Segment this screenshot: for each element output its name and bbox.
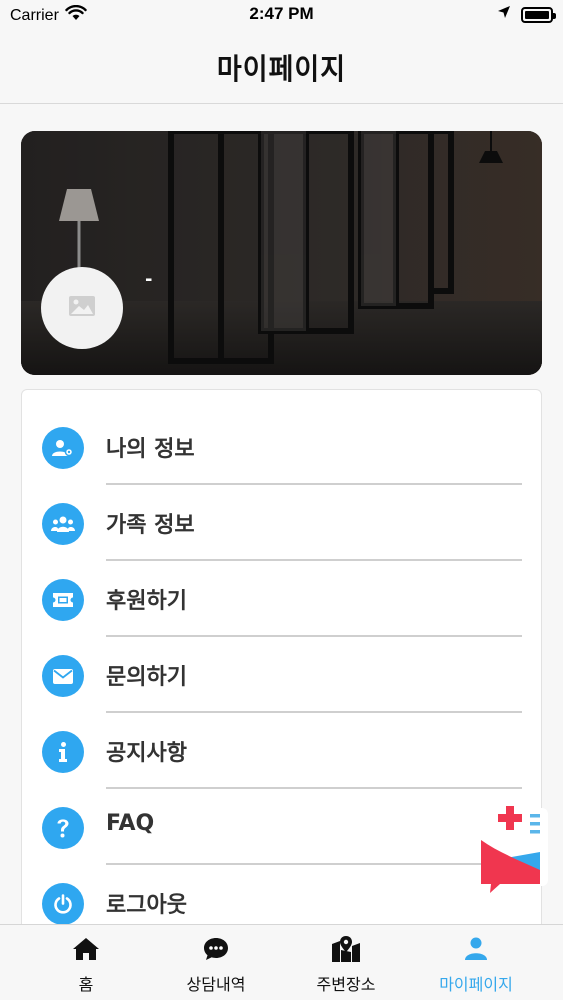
comment-dots-icon xyxy=(202,935,230,963)
status-time: 2:47 PM xyxy=(249,4,314,23)
info-icon xyxy=(42,731,84,773)
ticket-icon xyxy=(42,579,84,621)
users-icon xyxy=(42,503,84,545)
medical-chat-floating-button[interactable] xyxy=(478,800,548,895)
page-title: 마이페이지 xyxy=(216,53,347,87)
status-right xyxy=(497,5,556,24)
menu-item-label: 후원하기 xyxy=(106,589,187,614)
tab-consultation-history[interactable]: 상담내역 xyxy=(151,925,281,1000)
user-icon xyxy=(462,935,490,963)
profile-avatar[interactable] xyxy=(41,267,123,349)
navigation-bar: 마이페이지 xyxy=(0,30,563,104)
menu-item-inquiry[interactable]: 문의하기 xyxy=(22,637,541,713)
user-gear-icon xyxy=(42,427,84,469)
menu-item-label: 문의하기 xyxy=(106,665,187,690)
menu-item-faq[interactable]: FAQ xyxy=(22,789,541,865)
menu-card: 나의 정보 가족 정보 후원하기 문의하기 공지사항 FAQ 로그아웃 xyxy=(21,389,542,949)
mypage-screen: Carrier 2:47 PM 마이페이지 - 나의 정보 가족 정보 후원하기… xyxy=(0,0,563,1000)
menu-item-my-info[interactable]: 나의 정보 xyxy=(22,409,541,485)
menu-item-family-info[interactable]: 가족 정보 xyxy=(22,485,541,561)
profile-name: - xyxy=(145,269,153,290)
menu-item-notice[interactable]: 공지사항 xyxy=(22,713,541,789)
bottom-tab-bar: 홈 상담내역 주변장소 마이페이지 xyxy=(0,924,563,1000)
image-placeholder-icon xyxy=(68,295,96,321)
menu-item-label: 가족 정보 xyxy=(106,513,195,538)
tab-label: 마이페이지 xyxy=(439,975,513,994)
map-marker-icon xyxy=(332,935,360,963)
menu-item-label: FAQ xyxy=(106,811,155,836)
tab-label: 주변장소 xyxy=(316,975,376,994)
battery-icon xyxy=(521,6,556,23)
question-icon xyxy=(42,807,84,849)
location-arrow-icon xyxy=(497,5,511,24)
menu-item-label: 나의 정보 xyxy=(106,437,195,462)
envelope-icon xyxy=(42,655,84,697)
profile-banner: - xyxy=(21,131,542,375)
tab-label: 홈 xyxy=(78,975,94,994)
menu-item-donate[interactable]: 후원하기 xyxy=(22,561,541,637)
tab-mypage[interactable]: 마이페이지 xyxy=(411,925,541,1000)
tab-nearby-places[interactable]: 주변장소 xyxy=(281,925,411,1000)
home-icon xyxy=(72,935,100,963)
menu-item-label: 로그아웃 xyxy=(106,893,187,918)
status-bar: Carrier 2:47 PM xyxy=(0,0,563,30)
tab-home[interactable]: 홈 xyxy=(21,925,151,1000)
tab-label: 상담내역 xyxy=(186,975,246,994)
power-icon xyxy=(42,883,84,925)
menu-item-label: 공지사항 xyxy=(106,741,187,766)
